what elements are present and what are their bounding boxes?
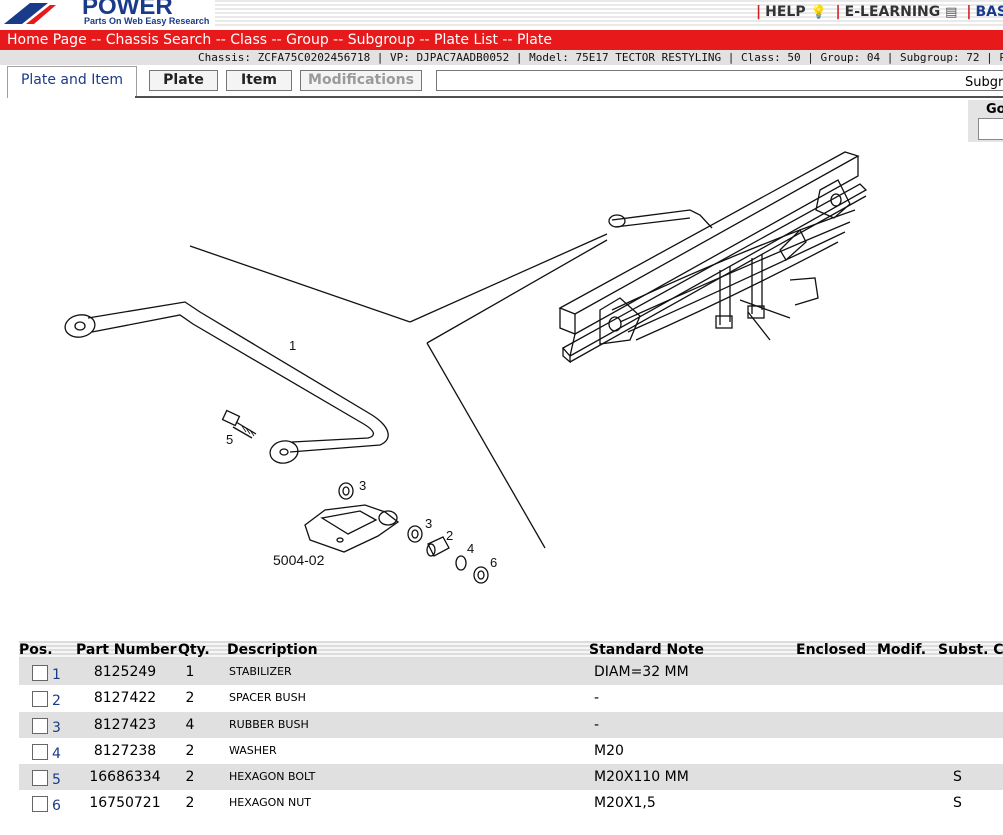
logo-tagline: Parts On Web Easy Research <box>84 16 209 26</box>
table-row[interactable]: 5 16686334 2 HEXAGON BOLT M20X110 MM S <box>19 764 1003 793</box>
row-description: STABILIZER <box>229 665 292 678</box>
tab-plate-and-item[interactable]: Plate and Item <box>7 66 137 98</box>
subgroup-label: Subgr <box>965 75 1003 90</box>
go-label: Go <box>986 102 1003 117</box>
row-part-number: 8127422 <box>93 690 157 707</box>
table-row[interactable]: 3 8127423 4 RUBBER BUSH - <box>19 711 1003 741</box>
go-input[interactable] <box>978 118 1003 140</box>
callout-2: 2 <box>446 528 453 543</box>
row-checkbox[interactable] <box>32 665 48 681</box>
row-description: RUBBER BUSH <box>229 717 309 731</box>
callout-3b: 3 <box>425 516 432 531</box>
row-pos[interactable]: 3 <box>52 715 61 741</box>
lightbulb-icon: 💡 <box>810 5 827 20</box>
row-qty: 4 <box>185 716 195 733</box>
plate-code-label: 5004-02 <box>273 552 325 568</box>
row-part-number: 8127423 <box>93 716 157 733</box>
table-row[interactable]: 1 8125249 1 STABILIZER DIAM=32 MM <box>19 659 1003 688</box>
callout-1: 1 <box>289 338 296 353</box>
power-logo: POWER Parts On Web Easy Research <box>4 0 209 26</box>
vehicle-info-bar: Chassis: ZCFA75C0202456718 | VP: DJPAC7A… <box>0 50 1003 65</box>
top-links: | HELP 💡 | E-LEARNING ▤ | BAS <box>752 4 1003 20</box>
row-pos[interactable]: 5 <box>52 767 61 793</box>
go-panel: Go <box>968 100 1003 142</box>
item-button[interactable]: Item <box>226 70 292 91</box>
row-qty: 1 <box>185 664 195 680</box>
modifications-button[interactable]: Modifications <box>300 70 422 91</box>
row-checkbox[interactable] <box>32 691 48 708</box>
presentation-icon: ▤ <box>945 5 958 20</box>
breadcrumb-text[interactable]: Home Page -- Chassis Search -- Class -- … <box>7 32 552 48</box>
row-description: HEXAGON NUT <box>229 796 311 810</box>
plate-button[interactable]: Plate <box>149 70 218 91</box>
vehicle-info-text: Chassis: ZCFA75C0202456718 | VP: DJPAC7A… <box>198 51 1003 64</box>
callout-5: 5 <box>226 432 233 447</box>
col-standard-note: Standard Note <box>589 642 704 658</box>
row-part-number: 16750721 <box>89 795 161 812</box>
row-standard-note: - <box>594 716 600 733</box>
row-pos[interactable]: 6 <box>52 793 61 819</box>
row-subst: S <box>953 769 962 786</box>
row-pos[interactable]: 1 <box>52 662 61 688</box>
row-qty: 2 <box>185 742 195 759</box>
col-qty: Qty. <box>178 642 210 658</box>
callout-6: 6 <box>490 555 497 570</box>
table-row[interactable]: 2 8127422 2 SPACER BUSH - <box>19 685 1003 714</box>
col-description: Description <box>227 642 318 658</box>
row-qty: 2 <box>185 795 195 812</box>
row-checkbox[interactable] <box>32 770 48 787</box>
callout-3a: 3 <box>359 478 366 493</box>
row-subst: S <box>953 795 962 812</box>
table-header: Pos. Part Number Qty. Description Standa… <box>19 641 1003 659</box>
col-subst: Subst. Co <box>938 642 1003 658</box>
e-learning-link[interactable]: E-LEARNING <box>845 4 941 20</box>
row-standard-note: DIAM=32 MM <box>594 664 689 680</box>
subgroup-selector[interactable]: Subgr <box>436 70 1003 91</box>
row-pos[interactable]: 4 <box>52 741 61 767</box>
row-part-number: 8125249 <box>93 664 157 680</box>
row-part-number: 8127238 <box>93 742 157 759</box>
row-checkbox[interactable] <box>32 743 48 760</box>
row-standard-note: - <box>594 690 600 707</box>
table-row[interactable]: 6 16750721 2 HEXAGON NUT M20X1,5 S <box>19 790 1003 819</box>
row-part-number: 16686334 <box>89 769 161 786</box>
breadcrumb[interactable]: Home Page -- Chassis Search -- Class -- … <box>0 30 1003 50</box>
row-checkbox[interactable] <box>32 796 48 813</box>
row-qty: 2 <box>185 769 195 786</box>
row-checkbox[interactable] <box>32 717 48 734</box>
col-enclosed: Enclosed <box>796 642 867 658</box>
help-link[interactable]: HELP <box>765 4 805 20</box>
row-description: WASHER <box>229 743 277 757</box>
top-bar: POWER Parts On Web Easy Research | HELP 💡… <box>0 0 1003 30</box>
basket-link[interactable]: BAS <box>975 4 1003 20</box>
row-standard-note: M20 <box>594 742 624 759</box>
col-modif: Modif. <box>877 642 927 658</box>
row-qty: 2 <box>185 690 195 707</box>
row-standard-note: M20X110 MM <box>594 769 689 786</box>
parts-table: Pos. Part Number Qty. Description Standa… <box>19 641 1003 817</box>
callout-4: 4 <box>467 541 474 556</box>
row-description: HEXAGON BOLT <box>229 770 316 784</box>
parts-drawing: 1 2 3 3 4 5 6 5004-02 <box>64 151 868 584</box>
table-row[interactable]: 4 8127238 2 WASHER M20 <box>19 737 1003 767</box>
row-pos[interactable]: 2 <box>52 688 61 714</box>
col-part-number: Part Number <box>76 642 177 658</box>
row-description: SPACER BUSH <box>229 691 306 705</box>
tab-divider <box>135 96 1003 98</box>
col-pos: Pos. <box>19 642 53 658</box>
row-standard-note: M20X1,5 <box>594 795 656 812</box>
